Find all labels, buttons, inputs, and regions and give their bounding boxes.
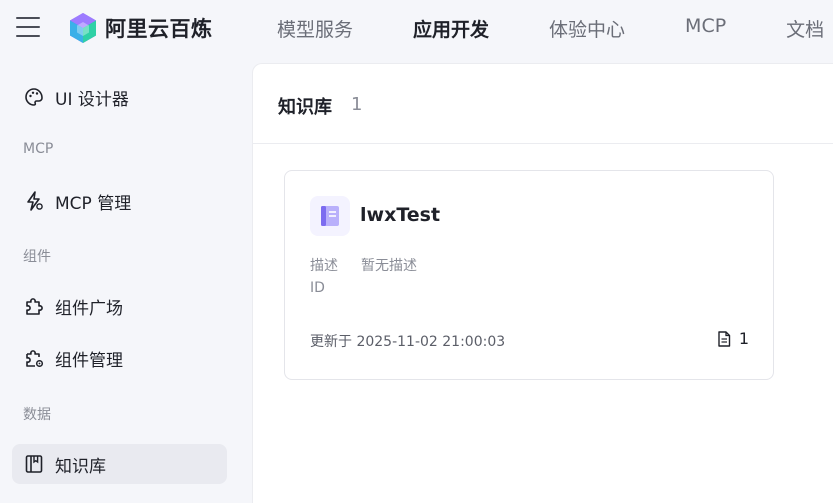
sidebar-item-mcp-management[interactable]: MCP 管理	[12, 181, 227, 221]
palette-icon	[23, 86, 45, 108]
sidebar: UI 设计器 MCP MCP 管理 组件 组件广场 组件管理 数据 知识库	[0, 58, 252, 503]
updated-time: 更新于 2025-11-02 21:00:03	[310, 334, 506, 350]
sidebar-group-components: 组件	[23, 249, 51, 265]
sidebar-item-label: 组件广场	[55, 298, 123, 319]
sidebar-item-ui-designer[interactable]: UI 设计器	[12, 77, 227, 117]
sidebar-item-label: UI 设计器	[55, 89, 129, 110]
nav-experience-center[interactable]: 体验中心	[549, 15, 625, 42]
document-count: 1	[715, 329, 749, 348]
sidebar-item-label: 组件管理	[55, 350, 123, 371]
page-title: 知识库	[278, 97, 332, 118]
sidebar-group-mcp: MCP	[23, 141, 54, 157]
brand-name[interactable]: 阿里云百炼	[105, 13, 213, 43]
puzzle-gear-icon	[23, 347, 45, 369]
top-nav: 模型服务 应用开发 体验中心 MCP 文档	[277, 15, 833, 42]
sidebar-group-data: 数据	[23, 407, 51, 423]
page-header: 知识库 1	[253, 64, 833, 144]
knowledge-base-icon	[310, 196, 350, 236]
nav-mcp[interactable]: MCP	[685, 15, 726, 42]
puzzle-icon	[23, 295, 45, 317]
nav-app-development[interactable]: 应用开发	[413, 15, 489, 42]
brand-logo-icon	[70, 13, 96, 43]
nav-model-service[interactable]: 模型服务	[277, 15, 353, 42]
description-value: 暂无描述	[361, 258, 417, 274]
main-panel: 知识库 1 lwxTest 描述 暂无描述 ID 更新于 2025-11-02 …	[252, 63, 833, 503]
book-icon	[23, 453, 45, 475]
sidebar-item-component-plaza[interactable]: 组件广场	[12, 286, 227, 326]
sidebar-item-component-management[interactable]: 组件管理	[12, 338, 227, 378]
document-count-value: 1	[738, 329, 749, 348]
sidebar-item-label: MCP 管理	[55, 193, 132, 214]
mcp-icon	[23, 190, 45, 212]
menu-icon[interactable]	[16, 17, 40, 37]
nav-docs[interactable]: 文档	[786, 15, 824, 42]
knowledge-base-name[interactable]: lwxTest	[360, 204, 440, 226]
sidebar-item-knowledge-base[interactable]: 知识库	[12, 444, 227, 484]
top-bar: 阿里云百炼 模型服务 应用开发 体验中心 MCP 文档	[0, 0, 833, 58]
knowledge-base-card[interactable]: lwxTest 描述 暂无描述 ID 更新于 2025-11-02 21:00:…	[284, 170, 774, 380]
description-label: 描述	[310, 258, 338, 274]
id-label: ID	[310, 280, 325, 296]
sidebar-item-label: 知识库	[55, 456, 106, 477]
document-icon	[715, 330, 733, 348]
item-count: 1	[351, 94, 363, 115]
